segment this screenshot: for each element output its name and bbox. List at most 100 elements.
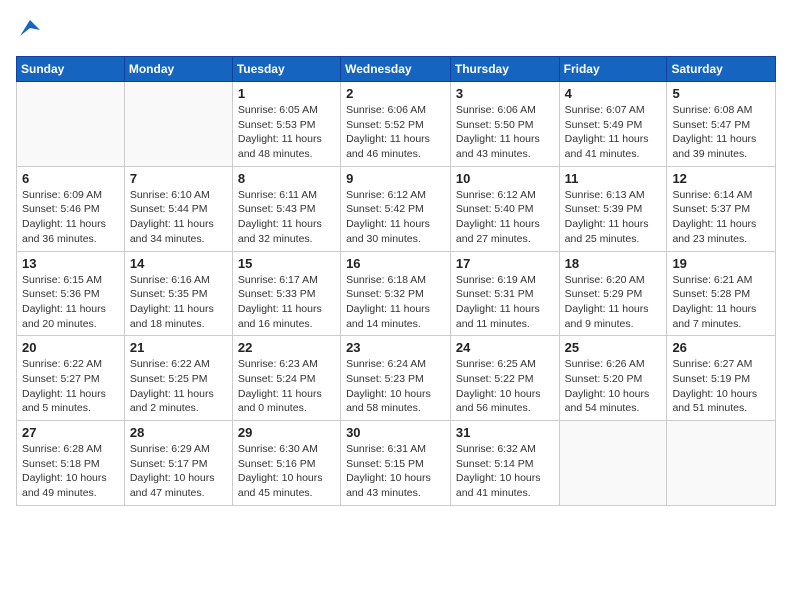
day-number: 3 <box>456 86 554 101</box>
calendar-cell: 6 Sunrise: 6:09 AM Sunset: 5:46 PM Daylig… <box>17 166 125 251</box>
calendar-cell <box>559 421 667 506</box>
day-info: Sunrise: 6:26 AM Sunset: 5:20 PM Dayligh… <box>565 357 662 416</box>
weekday-header-tuesday: Tuesday <box>232 57 340 82</box>
day-number: 16 <box>346 256 445 271</box>
day-number: 8 <box>238 171 335 186</box>
calendar-cell: 26 Sunrise: 6:27 AM Sunset: 5:19 PM Dayli… <box>667 336 776 421</box>
day-number: 29 <box>238 425 335 440</box>
calendar-cell: 1 Sunrise: 6:05 AM Sunset: 5:53 PM Daylig… <box>232 82 340 167</box>
day-info: Sunrise: 6:29 AM Sunset: 5:17 PM Dayligh… <box>130 442 227 501</box>
day-number: 26 <box>672 340 770 355</box>
calendar-cell: 2 Sunrise: 6:06 AM Sunset: 5:52 PM Daylig… <box>341 82 451 167</box>
calendar-table: SundayMondayTuesdayWednesdayThursdayFrid… <box>16 56 776 506</box>
day-number: 28 <box>130 425 227 440</box>
day-info: Sunrise: 6:17 AM Sunset: 5:33 PM Dayligh… <box>238 273 335 332</box>
day-info: Sunrise: 6:25 AM Sunset: 5:22 PM Dayligh… <box>456 357 554 416</box>
day-info: Sunrise: 6:24 AM Sunset: 5:23 PM Dayligh… <box>346 357 445 416</box>
calendar-cell: 25Sunrise: 6:26 AM Sunset: 5:20 PM Dayli… <box>559 336 667 421</box>
weekday-header-row: SundayMondayTuesdayWednesdayThursdayFrid… <box>17 57 776 82</box>
day-number: 6 <box>22 171 119 186</box>
day-number: 14 <box>130 256 227 271</box>
day-info: Sunrise: 6:07 AM Sunset: 5:49 PM Dayligh… <box>565 103 662 162</box>
day-info: Sunrise: 6:11 AM Sunset: 5:43 PM Dayligh… <box>238 188 335 247</box>
calendar-cell: 8 Sunrise: 6:11 AM Sunset: 5:43 PM Daylig… <box>232 166 340 251</box>
weekday-header-wednesday: Wednesday <box>341 57 451 82</box>
day-info: Sunrise: 6:28 AM Sunset: 5:18 PM Dayligh… <box>22 442 119 501</box>
calendar-cell: 31Sunrise: 6:32 AM Sunset: 5:14 PM Dayli… <box>450 421 559 506</box>
calendar-cell <box>17 82 125 167</box>
logo <box>16 16 48 44</box>
day-number: 4 <box>565 86 662 101</box>
day-info: Sunrise: 6:05 AM Sunset: 5:53 PM Dayligh… <box>238 103 335 162</box>
day-info: Sunrise: 6:21 AM Sunset: 5:28 PM Dayligh… <box>672 273 770 332</box>
day-info: Sunrise: 6:22 AM Sunset: 5:25 PM Dayligh… <box>130 357 227 416</box>
day-number: 30 <box>346 425 445 440</box>
day-info: Sunrise: 6:10 AM Sunset: 5:44 PM Dayligh… <box>130 188 227 247</box>
day-info: Sunrise: 6:31 AM Sunset: 5:15 PM Dayligh… <box>346 442 445 501</box>
calendar-week-row: 27 Sunrise: 6:28 AM Sunset: 5:18 PM Dayli… <box>17 421 776 506</box>
calendar-cell <box>124 82 232 167</box>
day-info: Sunrise: 6:20 AM Sunset: 5:29 PM Dayligh… <box>565 273 662 332</box>
calendar-week-row: 20 Sunrise: 6:22 AM Sunset: 5:27 PM Dayli… <box>17 336 776 421</box>
calendar-cell: 3 Sunrise: 6:06 AM Sunset: 5:50 PM Daylig… <box>450 82 559 167</box>
calendar-week-row: 13 Sunrise: 6:15 AM Sunset: 5:36 PM Dayli… <box>17 251 776 336</box>
day-info: Sunrise: 6:06 AM Sunset: 5:52 PM Dayligh… <box>346 103 445 162</box>
calendar-cell: 18 Sunrise: 6:20 AM Sunset: 5:29 PM Dayli… <box>559 251 667 336</box>
calendar-cell: 14 Sunrise: 6:16 AM Sunset: 5:35 PM Dayli… <box>124 251 232 336</box>
day-info: Sunrise: 6:30 AM Sunset: 5:16 PM Dayligh… <box>238 442 335 501</box>
day-info: Sunrise: 6:08 AM Sunset: 5:47 PM Dayligh… <box>672 103 770 162</box>
calendar-cell: 13 Sunrise: 6:15 AM Sunset: 5:36 PM Dayli… <box>17 251 125 336</box>
calendar-cell: 22 Sunrise: 6:23 AM Sunset: 5:24 PM Dayli… <box>232 336 340 421</box>
day-number: 13 <box>22 256 119 271</box>
calendar-cell: 12Sunrise: 6:14 AM Sunset: 5:37 PM Dayli… <box>667 166 776 251</box>
calendar-cell: 30 Sunrise: 6:31 AM Sunset: 5:15 PM Dayli… <box>341 421 451 506</box>
calendar-cell: 24 Sunrise: 6:25 AM Sunset: 5:22 PM Dayli… <box>450 336 559 421</box>
day-number: 2 <box>346 86 445 101</box>
day-info: Sunrise: 6:27 AM Sunset: 5:19 PM Dayligh… <box>672 357 770 416</box>
day-number: 15 <box>238 256 335 271</box>
weekday-header-thursday: Thursday <box>450 57 559 82</box>
day-info: Sunrise: 6:32 AM Sunset: 5:14 PM Dayligh… <box>456 442 554 501</box>
weekday-header-monday: Monday <box>124 57 232 82</box>
day-number: 7 <box>130 171 227 186</box>
calendar-cell: 7 Sunrise: 6:10 AM Sunset: 5:44 PM Daylig… <box>124 166 232 251</box>
calendar-cell: 15 Sunrise: 6:17 AM Sunset: 5:33 PM Dayli… <box>232 251 340 336</box>
day-info: Sunrise: 6:12 AM Sunset: 5:42 PM Dayligh… <box>346 188 445 247</box>
day-info: Sunrise: 6:06 AM Sunset: 5:50 PM Dayligh… <box>456 103 554 162</box>
weekday-header-saturday: Saturday <box>667 57 776 82</box>
day-info: Sunrise: 6:23 AM Sunset: 5:24 PM Dayligh… <box>238 357 335 416</box>
day-info: Sunrise: 6:13 AM Sunset: 5:39 PM Dayligh… <box>565 188 662 247</box>
calendar-cell: 17Sunrise: 6:19 AM Sunset: 5:31 PM Dayli… <box>450 251 559 336</box>
day-number: 17 <box>456 256 554 271</box>
day-number: 23 <box>346 340 445 355</box>
weekday-header-friday: Friday <box>559 57 667 82</box>
day-number: 18 <box>565 256 662 271</box>
day-info: Sunrise: 6:12 AM Sunset: 5:40 PM Dayligh… <box>456 188 554 247</box>
calendar-cell: 9 Sunrise: 6:12 AM Sunset: 5:42 PM Daylig… <box>341 166 451 251</box>
calendar-cell: 5 Sunrise: 6:08 AM Sunset: 5:47 PM Daylig… <box>667 82 776 167</box>
calendar-cell: 21Sunrise: 6:22 AM Sunset: 5:25 PM Dayli… <box>124 336 232 421</box>
day-number: 12 <box>672 171 770 186</box>
calendar-week-row: 6 Sunrise: 6:09 AM Sunset: 5:46 PM Daylig… <box>17 166 776 251</box>
calendar-cell: 28 Sunrise: 6:29 AM Sunset: 5:17 PM Dayli… <box>124 421 232 506</box>
page-header <box>16 16 776 44</box>
calendar-cell: 16Sunrise: 6:18 AM Sunset: 5:32 PM Dayli… <box>341 251 451 336</box>
day-number: 20 <box>22 340 119 355</box>
day-number: 22 <box>238 340 335 355</box>
calendar-cell: 23 Sunrise: 6:24 AM Sunset: 5:23 PM Dayli… <box>341 336 451 421</box>
day-number: 11 <box>565 171 662 186</box>
calendar-week-row: 1 Sunrise: 6:05 AM Sunset: 5:53 PM Daylig… <box>17 82 776 167</box>
day-info: Sunrise: 6:22 AM Sunset: 5:27 PM Dayligh… <box>22 357 119 416</box>
day-number: 5 <box>672 86 770 101</box>
day-number: 24 <box>456 340 554 355</box>
calendar-cell: 11 Sunrise: 6:13 AM Sunset: 5:39 PM Dayli… <box>559 166 667 251</box>
day-info: Sunrise: 6:09 AM Sunset: 5:46 PM Dayligh… <box>22 188 119 247</box>
day-number: 9 <box>346 171 445 186</box>
logo-bird-icon <box>16 16 44 44</box>
calendar-cell: 4 Sunrise: 6:07 AM Sunset: 5:49 PM Daylig… <box>559 82 667 167</box>
day-number: 1 <box>238 86 335 101</box>
weekday-header-sunday: Sunday <box>17 57 125 82</box>
day-info: Sunrise: 6:16 AM Sunset: 5:35 PM Dayligh… <box>130 273 227 332</box>
day-info: Sunrise: 6:15 AM Sunset: 5:36 PM Dayligh… <box>22 273 119 332</box>
day-number: 27 <box>22 425 119 440</box>
